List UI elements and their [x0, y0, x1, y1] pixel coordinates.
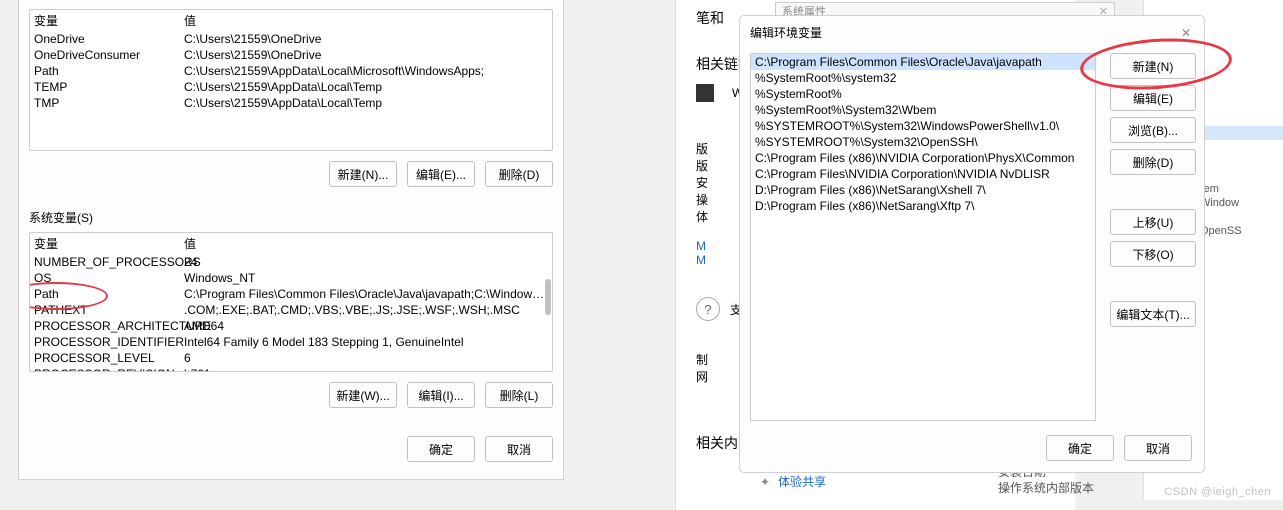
cell-val: C:\Users\21559\AppData\Local\Temp	[184, 96, 548, 110]
cell-val: C:\Users\21559\AppData\Local\Microsoft\W…	[184, 64, 548, 78]
delete-button[interactable]: 删除(D)	[485, 161, 553, 187]
cell-val: b701	[184, 367, 548, 372]
cell-var: PROCESSOR_LEVEL	[34, 351, 184, 365]
ok-button[interactable]: 确定	[1046, 435, 1114, 461]
cell-var: OneDriveConsumer	[34, 48, 184, 62]
side-buttons: 新建(N) 编辑(E) 浏览(B)... 删除(D) 上移(U) 下移(O) 编…	[1110, 53, 1196, 421]
new-button[interactable]: 新建(N)...	[329, 161, 397, 187]
delete-button[interactable]: 删除(L)	[485, 382, 553, 408]
path-item[interactable]: %SYSTEMROOT%\System32\WindowsPowerShell\…	[751, 118, 1095, 134]
table-row[interactable]: PROCESSOR_REVISIONb701	[30, 366, 552, 372]
table-row[interactable]: PathC:\Users\21559\AppData\Local\Microso…	[30, 63, 552, 79]
star-icon: ✦	[760, 475, 770, 489]
path-list[interactable]: C:\Program Files\Common Files\Oracle\Jav…	[750, 53, 1096, 421]
table-header: 变量 值	[30, 10, 552, 31]
scrollbar-thumb[interactable]	[545, 279, 551, 315]
col-var: 变量	[34, 235, 184, 252]
new-button[interactable]: 新建(W)...	[329, 382, 397, 408]
cell-val: C:\Users\21559\OneDrive	[184, 32, 548, 46]
cell-val: Windows_NT	[184, 271, 548, 285]
cell-var: PROCESSOR_IDENTIFIER	[34, 335, 184, 349]
table-row[interactable]: PROCESSOR_IDENTIFIERIntel64 Family 6 Mod…	[30, 334, 552, 350]
cell-var: PROCESSOR_ARCHITECTURE	[34, 319, 184, 333]
path-item[interactable]: %SystemRoot%\system32	[751, 70, 1095, 86]
cell-val: AMD64	[184, 319, 548, 333]
cell-var: TMP	[34, 96, 184, 110]
cell-val: Intel64 Family 6 Model 183 Stepping 1, G…	[184, 335, 548, 349]
new-button[interactable]: 新建(N)	[1110, 53, 1196, 79]
dialog-titlebar: 编辑环境变量 ✕	[740, 16, 1204, 49]
windows-icon	[696, 84, 714, 102]
path-item[interactable]: C:\Program Files (x86)\NVIDIA Corporatio…	[751, 150, 1095, 166]
dialog-buttons: 确定 取消	[29, 436, 553, 462]
cell-var: OneDrive	[34, 32, 184, 46]
cancel-button[interactable]: 取消	[1124, 435, 1192, 461]
dialog-title: 编辑环境变量	[750, 24, 822, 41]
ok-button[interactable]: 确定	[407, 436, 475, 462]
path-item[interactable]: C:\Program Files\NVIDIA Corporation\NVID…	[751, 166, 1095, 182]
user-vars-buttons: 新建(N)... 编辑(E)... 删除(D)	[29, 161, 553, 187]
table-row[interactable]: OSWindows_NT	[30, 270, 552, 286]
table-row[interactable]: OneDriveC:\Users\21559\OneDrive	[30, 31, 552, 47]
system-vars-label: 系统变量(S)	[29, 209, 553, 226]
path-item-selected[interactable]: C:\Program Files\Common Files\Oracle\Jav…	[751, 54, 1095, 70]
path-item[interactable]: %SystemRoot%\System32\Wbem	[751, 102, 1095, 118]
table-row[interactable]: OneDriveConsumerC:\Users\21559\OneDrive	[30, 47, 552, 63]
path-item[interactable]: %SYSTEMROOT%\System32\OpenSSH\	[751, 134, 1095, 150]
edit-text-button[interactable]: 编辑文本(T)...	[1110, 301, 1196, 327]
cell-var: TEMP	[34, 80, 184, 94]
cancel-button[interactable]: 取消	[485, 436, 553, 462]
table-row[interactable]: TMPC:\Users\21559\AppData\Local\Temp	[30, 95, 552, 111]
table-row[interactable]: PROCESSOR_LEVEL6	[30, 350, 552, 366]
table-row[interactable]: PathC:\Program Files\Common Files\Oracle…	[30, 286, 552, 302]
cell-val: .COM;.EXE;.BAT;.CMD;.VBS;.VBE;.JS;.JSE;.…	[184, 303, 548, 317]
os-version-label: 操作系统内部版本	[998, 479, 1094, 496]
col-val: 值	[184, 235, 548, 252]
path-item[interactable]: D:\Program Files (x86)\NetSarang\Xftp 7\	[751, 198, 1095, 214]
watermark: CSDN @leigh_chen	[1164, 486, 1271, 498]
experience-share-link[interactable]: 体验共享	[778, 473, 826, 490]
edit-button[interactable]: 编辑(I)...	[407, 382, 475, 408]
path-item[interactable]: %SystemRoot%	[751, 86, 1095, 102]
dialog-buttons: 确定 取消	[740, 429, 1204, 467]
cell-val: 6	[184, 351, 548, 365]
cell-var: Path	[34, 64, 184, 78]
close-icon[interactable]: ✕	[1178, 25, 1194, 41]
system-vars-table[interactable]: 变量 值 NUMBER_OF_PROCESSORS24 OSWindows_NT…	[29, 232, 553, 372]
cell-val: C:\Users\21559\AppData\Local\Temp	[184, 80, 548, 94]
table-row[interactable]: PROCESSOR_ARCHITECTUREAMD64	[30, 318, 552, 334]
col-val: 值	[184, 12, 548, 29]
cell-var: OS	[34, 271, 184, 285]
cell-var: PATHEXT	[34, 303, 184, 317]
cell-val: 24	[184, 255, 548, 269]
user-vars-table[interactable]: 变量 值 OneDriveC:\Users\21559\OneDrive One…	[29, 9, 553, 151]
system-vars-buttons: 新建(W)... 编辑(I)... 删除(L)	[29, 382, 553, 408]
table-row[interactable]: TEMPC:\Users\21559\AppData\Local\Temp	[30, 79, 552, 95]
help-icon: ?	[696, 297, 720, 321]
col-var: 变量	[34, 12, 184, 29]
env-vars-dialog: 变量 值 OneDriveC:\Users\21559\OneDrive One…	[18, 0, 564, 480]
move-down-button[interactable]: 下移(O)	[1110, 241, 1196, 267]
table-row[interactable]: PATHEXT.COM;.EXE;.BAT;.CMD;.VBS;.VBE;.JS…	[30, 302, 552, 318]
table-header: 变量 值	[30, 233, 552, 254]
edit-button[interactable]: 编辑(E)...	[407, 161, 475, 187]
path-item[interactable]: D:\Program Files (x86)\NetSarang\Xshell …	[751, 182, 1095, 198]
cell-var: PROCESSOR_REVISION	[34, 367, 184, 372]
cell-var: NUMBER_OF_PROCESSORS	[34, 255, 184, 269]
move-up-button[interactable]: 上移(U)	[1110, 209, 1196, 235]
cell-val: C:\Users\21559\OneDrive	[184, 48, 548, 62]
delete-button[interactable]: 删除(D)	[1110, 149, 1196, 175]
edit-button[interactable]: 编辑(E)	[1110, 85, 1196, 111]
browse-button[interactable]: 浏览(B)...	[1110, 117, 1196, 143]
cell-var-path: Path	[34, 287, 184, 301]
edit-env-var-dialog: 编辑环境变量 ✕ C:\Program Files\Common Files\O…	[740, 16, 1204, 472]
cell-val: C:\Program Files\Common Files\Oracle\Jav…	[184, 287, 548, 301]
table-row[interactable]: NUMBER_OF_PROCESSORS24	[30, 254, 552, 270]
